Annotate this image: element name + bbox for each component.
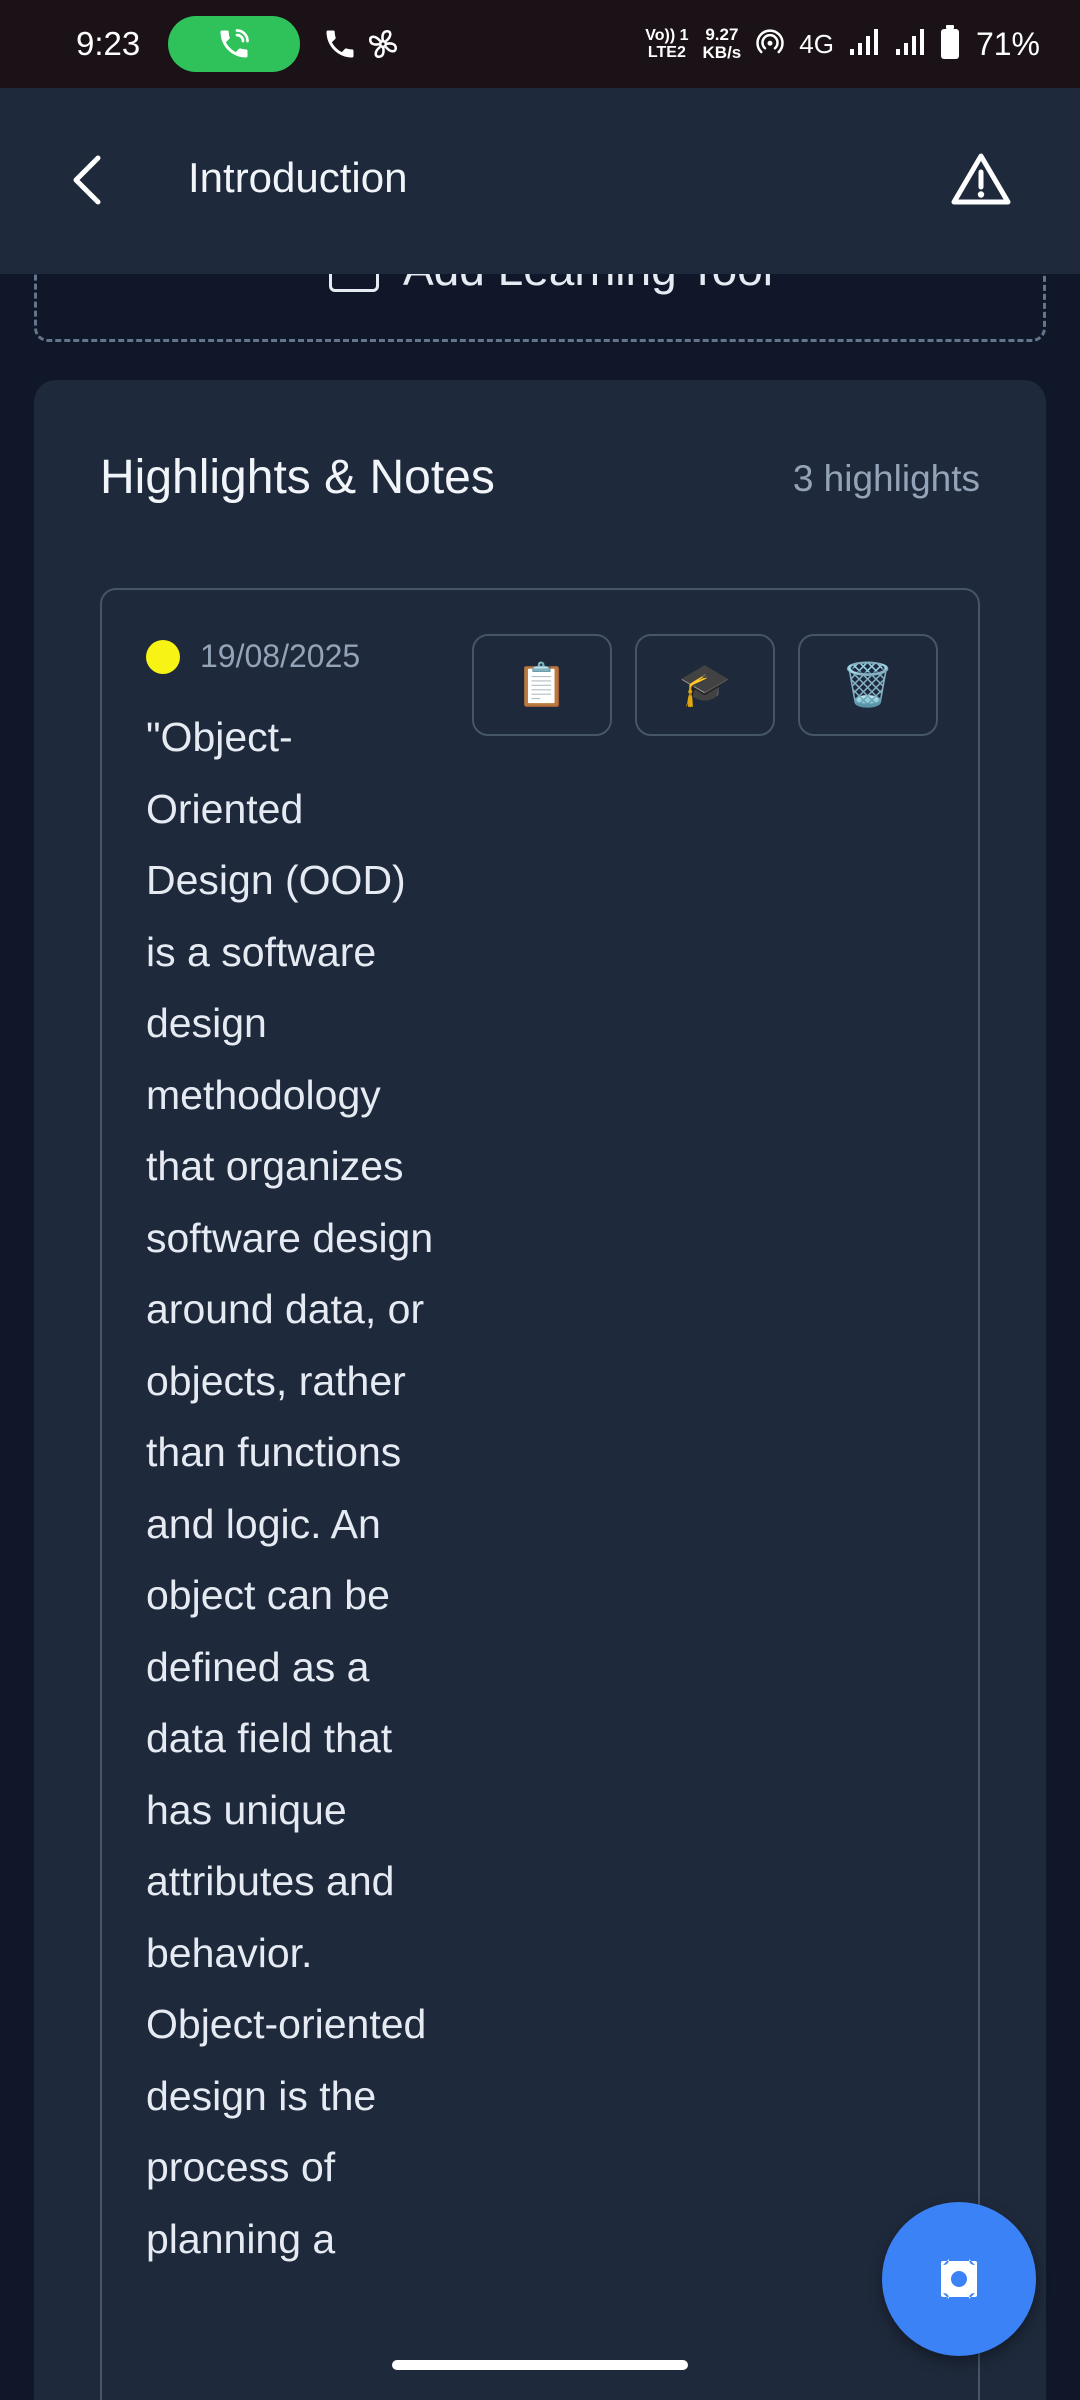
hotspot-icon (755, 27, 785, 62)
volte-indicator: Vo)) 1 LTE2 (645, 27, 688, 61)
copy-highlight-button[interactable]: 📋 (472, 634, 612, 736)
screen: 9:23 Vo)) 1 LTE2 9.27 KB/s 4G 71% Introd… (0, 0, 1080, 2400)
highlight-text: "Object-Oriented Design (OOD) is a softw… (146, 714, 434, 2262)
signal-icon (848, 27, 880, 62)
phone-wifi-icon (220, 29, 250, 58)
back-button[interactable] (62, 150, 112, 210)
ongoing-call-pill[interactable] (168, 16, 301, 72)
phone-icon (322, 26, 358, 62)
highlight-date: 19/08/2025 (200, 638, 361, 674)
app-bar: Introduction (0, 88, 1080, 274)
signal-icon-2 (894, 27, 926, 62)
highlights-card: Highlights & Notes 3 highlights 19/08/20… (34, 380, 1046, 2400)
chevron-left-icon (73, 155, 101, 205)
highlights-title: Highlights & Notes (100, 451, 495, 504)
gesture-navigation-bar[interactable] (392, 2360, 688, 2370)
page-title: Introduction (188, 154, 408, 201)
graduation-cap-icon: 🎓 (678, 660, 732, 708)
highlights-count: 3 highlights (792, 458, 980, 499)
delete-highlight-button[interactable]: 🗑️ (798, 634, 938, 736)
record-icon (941, 2259, 977, 2299)
battery-percent: 71% (975, 25, 1040, 62)
clipboard-icon: 📋 (515, 660, 569, 708)
battery-icon (940, 24, 960, 64)
trash-icon: 🗑️ (841, 660, 895, 708)
study-highlight-button[interactable]: 🎓 (635, 634, 775, 736)
network-speed: 9.27 KB/s (703, 26, 742, 62)
status-right: Vo)) 1 LTE2 9.27 KB/s 4G 71% (645, 24, 1040, 64)
fan-icon (366, 27, 400, 61)
speed-value: 9.27 (705, 25, 739, 44)
volte-line1: Vo)) 1 (645, 27, 689, 44)
highlight-actions: 📋 🎓 🗑️ (472, 634, 938, 736)
network-type: 4G (799, 28, 834, 59)
volte-line2: LTE2 (647, 44, 686, 61)
warning-icon (951, 153, 1011, 205)
highlight-item[interactable]: 19/08/2025 "Object-Oriented Design (OOD)… (100, 588, 980, 2400)
status-time: 9:23 (76, 25, 141, 62)
highlight-color-dot (146, 640, 180, 674)
report-button[interactable] (946, 146, 1016, 212)
speed-unit: KB/s (702, 43, 742, 62)
status-bar: 9:23 Vo)) 1 LTE2 9.27 KB/s 4G 71% (0, 0, 1080, 88)
floating-action-button[interactable] (882, 2202, 1036, 2356)
